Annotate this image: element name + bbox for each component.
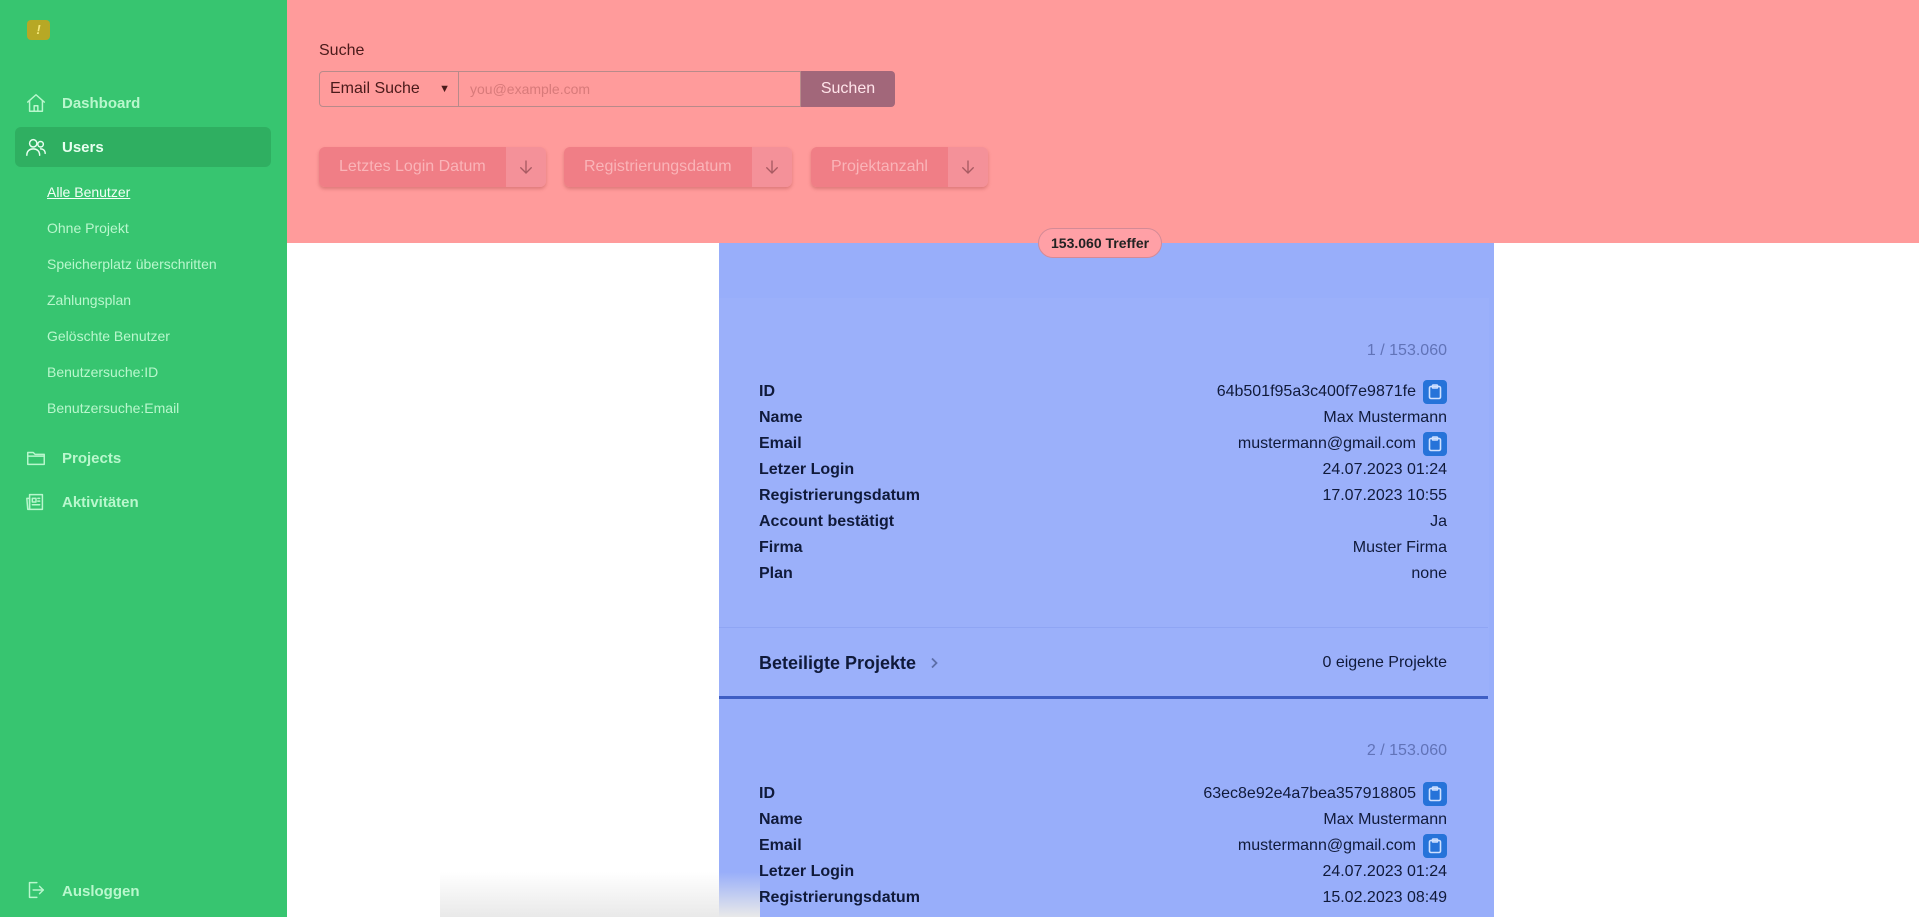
logout-button[interactable]: Ausloggen	[15, 871, 140, 911]
sort-registration-button[interactable]: Registrierungsdatum	[564, 147, 792, 187]
field-key: Name	[759, 811, 803, 828]
field-value: Max Mustermann	[1323, 811, 1447, 828]
field-value: 63ec8e92e4a7bea357918805	[1203, 785, 1416, 802]
projects-title: Beteiligte Projekte	[759, 652, 917, 673]
arrow-down-icon[interactable]	[947, 147, 988, 187]
clipboard-icon[interactable]	[1423, 432, 1447, 456]
card-counter: 2 / 153.060	[1366, 742, 1447, 759]
nav-item-dashboard[interactable]: Dashboard	[15, 83, 271, 123]
field-key: ID	[759, 383, 775, 400]
field-row-last-login: Letzer Login 24.07.2023 01:24	[759, 859, 1447, 885]
search-placeholder: you@example.com	[470, 81, 591, 97]
sort-last-login-button[interactable]: Letztes Login Datum	[319, 147, 546, 187]
nav-item-label: Dashboard	[62, 94, 141, 112]
nav-item-label: Aktivitäten	[62, 493, 139, 511]
field-value: 15.02.2023 08:49	[1322, 889, 1447, 906]
arrow-down-icon[interactable]	[505, 147, 546, 187]
logout-label: Ausloggen	[62, 882, 140, 900]
chevron-down-icon: ▼	[439, 83, 450, 95]
field-value: Muster Firma	[1352, 539, 1447, 556]
field-row-company: Firma Muster Firma	[759, 535, 1447, 561]
search-type-select[interactable]: Email Suche ▼	[319, 71, 459, 107]
nav-item-label: Projects	[62, 449, 122, 467]
field-row-name: Name Max Mustermann	[759, 405, 1447, 431]
sort-label: Letztes Login Datum	[319, 147, 506, 187]
projects-count: 0 eigene Projekte	[1322, 654, 1447, 671]
chevron-right-icon	[931, 657, 938, 669]
field-key: ID	[759, 785, 775, 802]
field-key: Account bestätigt	[759, 513, 895, 530]
field-key: Email	[759, 837, 802, 854]
field-key: Registrierungsdatum	[759, 487, 920, 504]
search-input[interactable]: you@example.com	[459, 71, 801, 107]
app-logo[interactable]: !	[27, 20, 50, 40]
sort-project-count-button[interactable]: Projektanzahl	[811, 147, 988, 187]
sub-item-zahlungsplan[interactable]: Zahlungsplan	[47, 292, 131, 308]
field-key: Letzer Login	[759, 863, 855, 880]
card-separator	[719, 696, 1488, 699]
nav-item-projects[interactable]: Projects	[15, 438, 271, 478]
field-value: 24.07.2023 01:24	[1322, 461, 1447, 478]
sub-item-benutzersuche-email[interactable]: Benutzersuche:Email	[47, 400, 179, 416]
search-button[interactable]: Suchen	[801, 71, 895, 107]
search-type-value: Email Suche	[330, 80, 420, 97]
sort-label: Registrierungsdatum	[564, 147, 752, 187]
nav-item-label: Users	[62, 138, 104, 156]
field-value: 17.07.2023 10:55	[1322, 487, 1447, 504]
projects-row: Beteiligte Projekte 0 eigene Projekte	[759, 649, 1447, 677]
clipboard-icon[interactable]	[1423, 782, 1447, 806]
field-value: mustermann@gmail.com	[1237, 435, 1416, 452]
field-row-id: ID 64b501f95a3c400f7e9871fe	[759, 379, 1447, 405]
field-value: 24.07.2023 01:24	[1322, 863, 1447, 880]
field-row-registration: Registrierungsdatum 15.02.2023 08:49	[759, 885, 1447, 911]
arrow-down-icon[interactable]	[751, 147, 792, 187]
field-key: Registrierungsdatum	[759, 889, 920, 906]
field-value: Max Mustermann	[1323, 409, 1447, 426]
search-row: Email Suche ▼ you@example.com Suchen	[319, 71, 895, 107]
field-row-email: Email mustermann@gmail.com	[759, 833, 1447, 859]
search-panel: Suche Email Suche ▼ you@example.com Such…	[287, 0, 1919, 243]
home-icon	[24, 91, 48, 115]
field-row-plan: Plan none	[759, 561, 1447, 587]
scroll-shadow	[440, 872, 760, 917]
field-key: Name	[759, 409, 803, 426]
nav-item-users[interactable]: Users	[15, 127, 271, 167]
clipboard-icon[interactable]	[1423, 380, 1447, 404]
newspaper-icon	[24, 490, 48, 514]
field-value: mustermann@gmail.com	[1237, 837, 1416, 854]
field-row-registration: Registrierungsdatum 17.07.2023 10:55	[759, 483, 1447, 509]
field-key: Firma	[759, 539, 803, 556]
card-counter: 1 / 153.060	[1366, 342, 1447, 359]
sub-item-speicherplatz[interactable]: Speicherplatz überschritten	[47, 256, 217, 272]
field-row-account-confirmed: Account bestätigt Ja	[759, 509, 1447, 535]
field-key: Letzer Login	[759, 461, 855, 478]
sub-item-ohne-projekt[interactable]: Ohne Projekt	[47, 220, 129, 236]
field-value: Ja	[1430, 513, 1447, 530]
field-key: Plan	[759, 565, 793, 582]
field-row-name: Name Max Mustermann	[759, 807, 1447, 833]
field-row-id: ID 63ec8e92e4a7bea357918805	[759, 781, 1447, 807]
folder-icon	[24, 446, 48, 470]
projects-toggle[interactable]: Beteiligte Projekte	[759, 653, 940, 674]
logout-icon	[24, 879, 48, 903]
field-value: none	[1411, 565, 1447, 582]
sidebar: ! Dashboard Users Alle Benutzer Ohne Pro…	[0, 0, 287, 917]
field-row-email: Email mustermann@gmail.com	[759, 431, 1447, 457]
clipboard-icon[interactable]	[1423, 834, 1447, 858]
field-key: Email	[759, 435, 802, 452]
sub-item-alle-benutzer[interactable]: Alle Benutzer	[47, 184, 130, 200]
sub-item-geloeschte-benutzer[interactable]: Gelöschte Benutzer	[47, 328, 170, 344]
search-label: Suche	[319, 42, 365, 59]
hits-badge: 153.060 Treffer	[1038, 228, 1163, 258]
field-row-last-login: Letzer Login 24.07.2023 01:24	[759, 457, 1447, 483]
card-divider	[719, 627, 1488, 628]
field-value: 64b501f95a3c400f7e9871fe	[1216, 383, 1416, 400]
nav-item-aktivitaeten[interactable]: Aktivitäten	[15, 482, 271, 522]
sub-item-benutzersuche-id[interactable]: Benutzersuche:ID	[47, 364, 158, 380]
users-icon	[24, 135, 48, 159]
sort-label: Projektanzahl	[811, 147, 948, 187]
